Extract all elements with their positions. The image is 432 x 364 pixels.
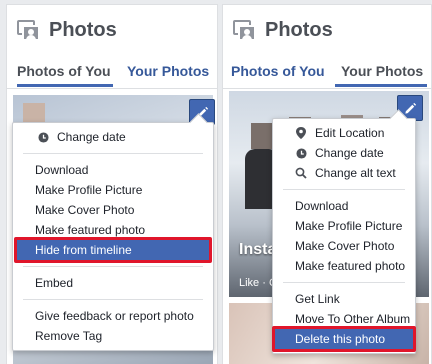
location-pin-icon [295,127,307,139]
menu-item-remove-tag[interactable]: Remove Tag [13,326,213,346]
active-tab-underline [335,84,427,87]
photo-options-menu: Edit Location Change date Change alt tex… [272,118,416,354]
menu-separator [283,189,405,190]
right-tabs: Photos of You Your Photos [223,61,431,87]
magnifier-icon [295,167,307,179]
menu-item-change-date[interactable]: Change date [273,143,415,163]
clock-icon [295,147,307,159]
left-panel-header: Photos [17,19,117,42]
menu-item-delete-this-photo[interactable]: Delete this photo [272,326,416,352]
menu-separator [283,282,405,283]
menu-separator [23,299,203,300]
left-tabs: Photos of You Your Photos [7,61,217,87]
tab-photos-of-you[interactable]: Photos of You [17,63,111,79]
pencil-icon [404,102,416,114]
active-tab-underline [17,84,113,87]
menu-item-make-cover-photo[interactable]: Make Cover Photo [273,236,415,256]
menu-separator [23,266,203,267]
clock-icon [37,131,49,143]
menu-item-get-link[interactable]: Get Link [273,289,415,309]
menu-item-make-featured-photo[interactable]: Make featured photo [273,256,415,276]
menu-item-give-feedback[interactable]: Give feedback or report photo [13,306,213,326]
tab-your-photos[interactable]: Your Photos [127,63,209,79]
menu-item-download[interactable]: Download [273,196,415,216]
right-panel-title: Photos [265,19,333,41]
tab-photos-of-you[interactable]: Photos of You [231,63,325,79]
left-panel-title: Photos [49,19,117,41]
photos-icon [17,19,41,42]
menu-item-make-profile-picture[interactable]: Make Profile Picture [13,180,213,200]
menu-item-download[interactable]: Download [13,160,213,180]
menu-item-hide-from-timeline[interactable]: Hide from timeline [14,237,212,263]
menu-item-edit-location[interactable]: Edit Location [273,123,415,143]
photos-icon [233,19,257,42]
menu-item-make-profile-picture[interactable]: Make Profile Picture [273,216,415,236]
photo-options-menu: Change date Download Make Profile Pictur… [12,122,214,351]
menu-item-change-alt-text[interactable]: Change alt text [273,163,415,183]
menu-item-make-cover-photo[interactable]: Make Cover Photo [13,200,213,220]
blurred-face [251,123,273,149]
tab-divider [223,88,431,89]
menu-item-make-featured-photo[interactable]: Make featured photo [13,220,213,240]
menu-item-change-date[interactable]: Change date [13,127,213,147]
menu-item-move-to-other-album[interactable]: Move To Other Album [273,309,415,329]
tab-divider [7,88,217,89]
tab-your-photos[interactable]: Your Photos [341,63,423,79]
menu-item-embed[interactable]: Embed [13,273,213,293]
menu-separator [23,153,203,154]
right-panel-header: Photos [233,19,333,42]
